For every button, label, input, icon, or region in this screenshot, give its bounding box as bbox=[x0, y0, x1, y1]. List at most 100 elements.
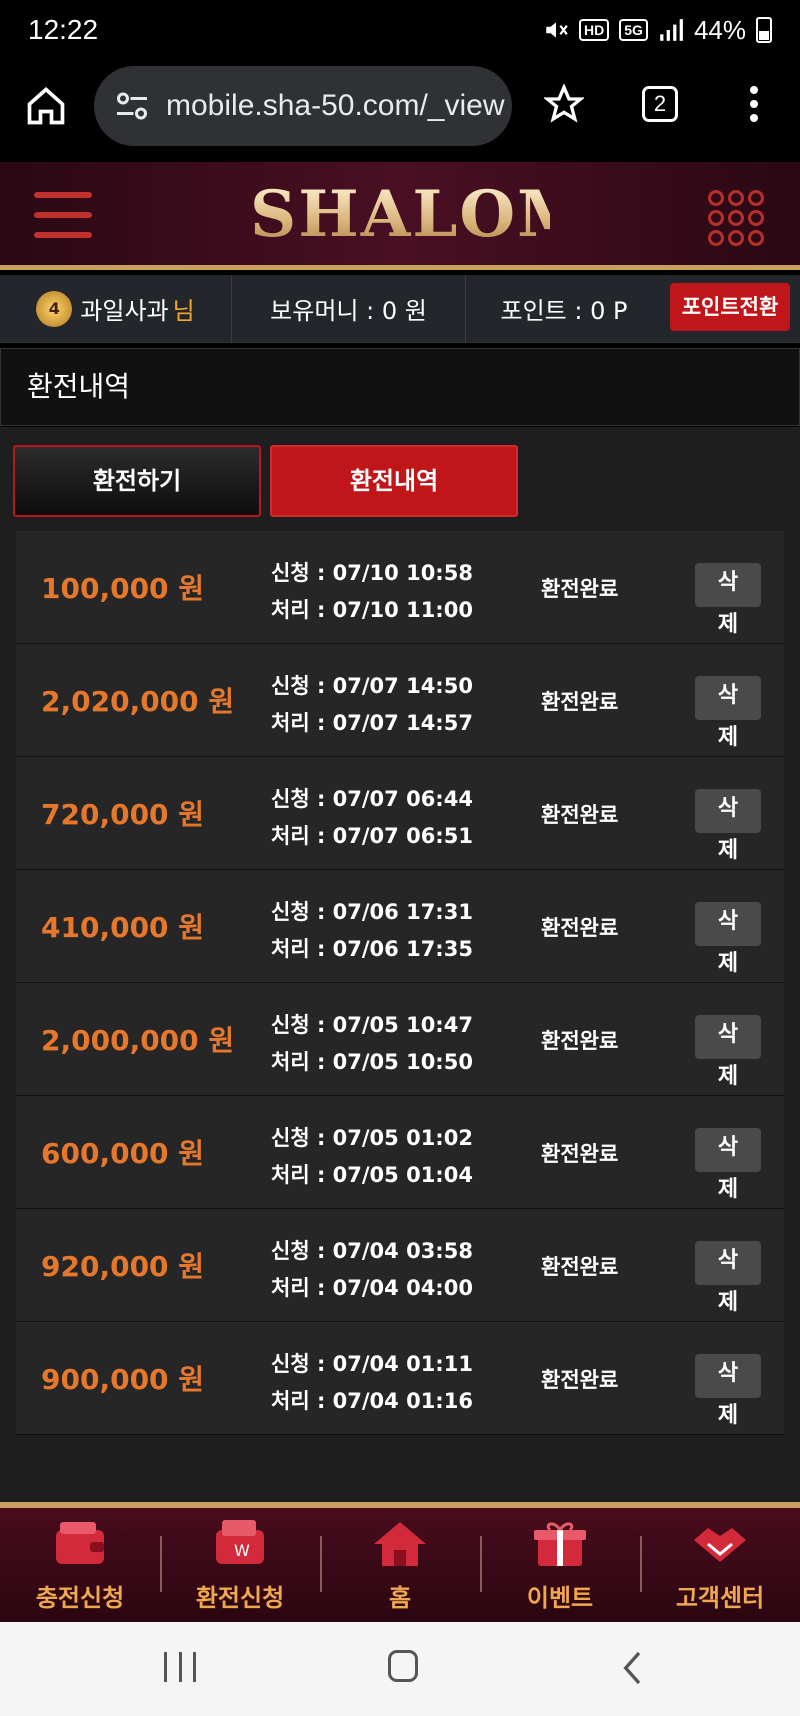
processed-time: 처리 : 07/06 17:35 bbox=[271, 937, 473, 961]
processed-time: 처리 : 07/05 01:04 bbox=[271, 1163, 473, 1187]
tab-history[interactable]: 환전내역 bbox=[270, 445, 518, 517]
delete-button-overflow[interactable]: 제 bbox=[695, 1059, 761, 1095]
username: 과일사과 bbox=[80, 297, 169, 325]
money-balance: 보유머니 : 0 원 bbox=[232, 274, 466, 343]
gift-icon bbox=[534, 1522, 586, 1566]
processed-time: 처리 : 07/04 04:00 bbox=[271, 1276, 473, 1300]
exchange-history-list: 100,000 원 신청 : 07/10 10:58 처리 : 07/10 11… bbox=[16, 531, 784, 1435]
delete-button[interactable]: 삭 bbox=[695, 1128, 761, 1172]
amount: 2,000,000 원 bbox=[41, 1024, 235, 1057]
nav-label: 이벤트 bbox=[526, 1584, 594, 1612]
dates: 신청 : 07/05 01:02 처리 : 07/05 01:04 bbox=[271, 1120, 473, 1194]
wallet-icon bbox=[56, 1522, 104, 1564]
level-badge-icon: 4 bbox=[36, 290, 73, 327]
list-item: 600,000 원 신청 : 07/05 01:02 처리 : 07/05 01… bbox=[16, 1096, 784, 1209]
nav-label: 환전신청 bbox=[195, 1584, 285, 1612]
delete-button[interactable]: 삭 bbox=[695, 676, 761, 720]
nav-label: 고객센터 bbox=[675, 1584, 765, 1612]
dates: 신청 : 07/04 01:11 처리 : 07/04 01:16 bbox=[271, 1346, 473, 1420]
list-item: 100,000 원 신청 : 07/10 10:58 처리 : 07/10 11… bbox=[16, 531, 784, 644]
delete-button[interactable]: 삭 bbox=[695, 1354, 761, 1398]
recents-icon[interactable] bbox=[164, 1652, 196, 1682]
site-header: SHALOM bbox=[0, 162, 800, 270]
site-logo[interactable]: SHALOM bbox=[250, 180, 588, 250]
list-item: 2,000,000 원 신청 : 07/05 10:47 처리 : 07/05 … bbox=[16, 983, 784, 1096]
network-badge: 5G bbox=[619, 19, 648, 41]
dates: 신청 : 07/07 06:44 처리 : 07/07 06:51 bbox=[271, 781, 473, 855]
request-time: 신청 : 07/10 10:58 bbox=[271, 561, 473, 585]
nav-support[interactable]: 고객센터 bbox=[640, 1508, 800, 1622]
site-settings-icon[interactable] bbox=[114, 88, 150, 124]
dates: 신청 : 07/07 14:50 처리 : 07/07 14:57 bbox=[271, 668, 473, 742]
delete-button[interactable]: 삭 bbox=[695, 563, 761, 607]
delete-button[interactable]: 삭 bbox=[695, 1241, 761, 1285]
nav-home[interactable]: 홈 bbox=[320, 1508, 480, 1622]
status-time: 12:22 bbox=[28, 14, 99, 45]
handshake-icon bbox=[694, 1528, 746, 1562]
address-bar[interactable]: mobile.sha-50.com/_view bbox=[94, 66, 512, 146]
status-text: 환전완료 bbox=[541, 916, 619, 940]
delete-button[interactable]: 삭 bbox=[695, 789, 761, 833]
delete-button-overflow[interactable]: 제 bbox=[695, 1398, 761, 1434]
bookmark-star-icon[interactable] bbox=[544, 84, 584, 124]
request-time: 신청 : 07/04 03:58 bbox=[271, 1239, 473, 1263]
status-text: 환전완료 bbox=[541, 1142, 619, 1166]
nav-event[interactable]: 이벤트 bbox=[480, 1508, 640, 1622]
browser-toolbar: mobile.sha-50.com/_view 2 bbox=[0, 60, 800, 162]
status-bar: 12:22 HD 5G 44% bbox=[0, 0, 800, 60]
request-time: 신청 : 07/06 17:31 bbox=[271, 900, 473, 924]
status-text: 환전완료 bbox=[541, 1255, 619, 1279]
list-item: 720,000 원 신청 : 07/07 06:44 처리 : 07/07 06… bbox=[16, 757, 784, 870]
status-text: 환전완료 bbox=[541, 1029, 619, 1053]
point-convert-button[interactable]: 포인트전환 bbox=[670, 283, 790, 331]
money-wallet-icon: W bbox=[216, 1520, 264, 1564]
amount: 720,000 원 bbox=[41, 798, 205, 831]
back-icon[interactable] bbox=[614, 1648, 654, 1688]
system-navigation-bar bbox=[0, 1622, 800, 1716]
amount: 600,000 원 bbox=[41, 1137, 205, 1170]
battery-percent: 44% bbox=[693, 14, 746, 45]
request-time: 신청 : 07/05 10:47 bbox=[271, 1013, 473, 1037]
request-time: 신청 : 07/05 01:02 bbox=[271, 1126, 473, 1150]
processed-time: 처리 : 07/10 11:00 bbox=[271, 598, 473, 622]
hamburger-menu-icon[interactable] bbox=[34, 192, 92, 242]
status-text: 환전완료 bbox=[541, 690, 619, 714]
dates: 신청 : 07/05 10:47 처리 : 07/05 10:50 bbox=[271, 1007, 473, 1081]
grid-menu-icon[interactable] bbox=[708, 190, 764, 246]
hd-badge: HD bbox=[579, 19, 610, 41]
url-text[interactable]: mobile.sha-50.com/_view bbox=[166, 89, 504, 123]
point-balance: 포인트 : 0 P bbox=[500, 297, 628, 325]
status-text: 환전완료 bbox=[541, 1368, 619, 1392]
list-item: 900,000 원 신청 : 07/04 01:11 처리 : 07/04 01… bbox=[16, 1322, 784, 1435]
status-text: 환전완료 bbox=[541, 577, 619, 601]
dates: 신청 : 07/06 17:31 처리 : 07/06 17:35 bbox=[271, 894, 473, 968]
list-item: 410,000 원 신청 : 07/06 17:31 처리 : 07/06 17… bbox=[16, 870, 784, 983]
home-icon[interactable] bbox=[24, 84, 68, 128]
user-info-bar: 4 과일사과 님 보유머니 : 0 원 포인트 : 0 P 포인트전환 bbox=[0, 274, 800, 343]
nav-withdraw[interactable]: W 환전신청 bbox=[160, 1508, 320, 1622]
delete-button-overflow[interactable]: 제 bbox=[695, 833, 761, 869]
user-cell: 4 과일사과 님 bbox=[0, 274, 232, 343]
tab-switcher-button[interactable]: 2 bbox=[642, 86, 678, 122]
status-icons: HD 5G 44% bbox=[543, 15, 772, 46]
delete-button-overflow[interactable]: 제 bbox=[695, 607, 761, 643]
username-honorific: 님 bbox=[172, 297, 195, 325]
nav-deposit[interactable]: 충전신청 bbox=[0, 1508, 160, 1622]
delete-button[interactable]: 삭 bbox=[695, 902, 761, 946]
delete-button-overflow[interactable]: 제 bbox=[695, 1285, 761, 1321]
more-menu-icon[interactable] bbox=[746, 86, 762, 126]
house-icon bbox=[374, 1522, 426, 1566]
tab-exchange[interactable]: 환전하기 bbox=[13, 445, 261, 517]
delete-button-overflow[interactable]: 제 bbox=[695, 946, 761, 982]
system-home-icon[interactable] bbox=[388, 1650, 418, 1682]
delete-button-overflow[interactable]: 제 bbox=[695, 1172, 761, 1208]
delete-button-overflow[interactable]: 제 bbox=[695, 720, 761, 756]
request-time: 신청 : 07/07 14:50 bbox=[271, 674, 473, 698]
request-time: 신청 : 07/04 01:11 bbox=[271, 1352, 473, 1376]
dates: 신청 : 07/04 03:58 처리 : 07/04 04:00 bbox=[271, 1233, 473, 1307]
signal-icon bbox=[660, 19, 683, 41]
battery-icon bbox=[756, 17, 772, 43]
processed-time: 처리 : 07/07 14:57 bbox=[271, 711, 473, 735]
delete-button[interactable]: 삭 bbox=[695, 1015, 761, 1059]
main-content: 환전하기 환전내역 100,000 원 신청 : 07/10 10:58 처리 … bbox=[0, 427, 800, 1502]
